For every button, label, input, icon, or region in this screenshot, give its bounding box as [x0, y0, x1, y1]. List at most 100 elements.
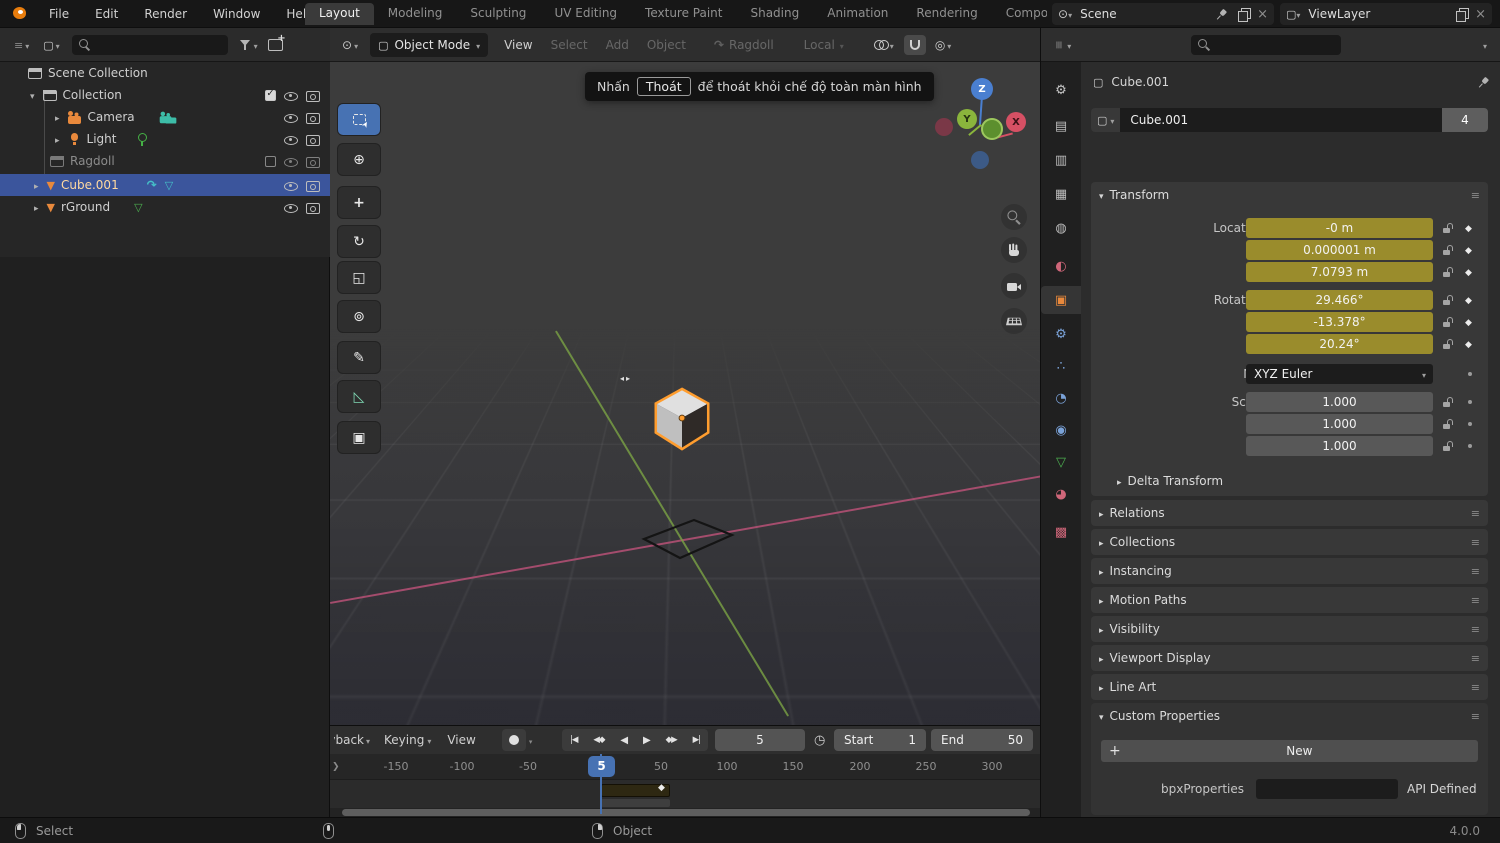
transform-panel-header[interactable]: Transform: [1091, 182, 1488, 208]
tab-view-layer[interactable]: ▦: [1041, 180, 1081, 208]
display-mode-icon[interactable]: [43, 38, 53, 52]
viewport-3d[interactable]: Object Mode View Select Add Object Ragdo…: [330, 28, 1040, 725]
location-x-field[interactable]: -0 m: [1246, 218, 1433, 238]
blender-logo-icon[interactable]: [10, 5, 29, 22]
animate-dot-icon[interactable]: [1468, 400, 1472, 404]
relations-panel[interactable]: Relations: [1091, 500, 1488, 526]
collection-checkbox[interactable]: [265, 90, 276, 101]
line-art-panel[interactable]: Line Art: [1091, 674, 1488, 700]
drag-handle-icon[interactable]: [1471, 680, 1480, 694]
lock-icon[interactable]: [1442, 440, 1453, 452]
keyframe-diamond-icon[interactable]: [1465, 242, 1472, 256]
menu-file[interactable]: File: [36, 7, 82, 21]
end-frame-field[interactable]: End 50: [931, 729, 1033, 751]
hide-eye-icon[interactable]: [283, 110, 298, 124]
summary-strip[interactable]: [601, 799, 670, 807]
outliner-row-collection[interactable]: Collection: [0, 84, 330, 106]
disclosure-triangle-icon[interactable]: [34, 178, 39, 192]
motion-paths-panel[interactable]: Motion Paths: [1091, 587, 1488, 613]
collections-panel[interactable]: Collections: [1091, 529, 1488, 555]
pivot-point-icon[interactable]: [874, 39, 888, 50]
transform-tool[interactable]: ⊚: [338, 301, 380, 332]
scale-z-field[interactable]: 1.000: [1246, 436, 1433, 456]
scale-x-field[interactable]: 1.000: [1246, 392, 1433, 412]
bpx-properties-field[interactable]: [1256, 779, 1398, 799]
rotation-mode-dropdown[interactable]: XYZ Euler: [1246, 364, 1433, 384]
play-button[interactable]: ▶: [643, 735, 650, 746]
pin-icon[interactable]: [1212, 5, 1230, 23]
keyframe-diamond-icon[interactable]: [1465, 292, 1472, 306]
tab-physics[interactable]: ◔: [1041, 384, 1081, 412]
viewport-editor-type-icon[interactable]: [342, 38, 352, 52]
drag-handle-icon[interactable]: [1471, 651, 1480, 665]
scale-y-field[interactable]: 1.000: [1246, 414, 1433, 434]
lock-icon[interactable]: [1442, 266, 1453, 278]
timeline-ruler[interactable]: -150 -100 -50 50 100 150 200 250 300 5: [330, 754, 1040, 780]
visibility-panel[interactable]: Visibility: [1091, 616, 1488, 642]
tab-render[interactable]: ▤: [1041, 112, 1081, 140]
keyframe-diamond-icon[interactable]: [1465, 220, 1472, 234]
tab-texture-paint[interactable]: Texture Paint: [631, 3, 736, 25]
animate-dot-icon[interactable]: [1468, 422, 1472, 426]
lock-icon[interactable]: [1442, 294, 1453, 306]
outliner-editor-type-icon[interactable]: [14, 38, 23, 52]
breadcrumb-object-name[interactable]: Cube.001: [1111, 75, 1169, 89]
outliner-row-scene-collection[interactable]: Scene Collection: [0, 62, 330, 84]
scale-tool[interactable]: ◱: [338, 262, 380, 293]
proportional-editing-icon[interactable]: [935, 38, 945, 52]
tab-compositing[interactable]: Compositing: [992, 3, 1047, 25]
tab-object-data[interactable]: ▽: [1041, 448, 1081, 476]
pan-button[interactable]: [1001, 237, 1027, 263]
clock-icon[interactable]: [814, 733, 825, 748]
menu-ragdoll[interactable]: Ragdoll: [714, 38, 774, 52]
play-reverse-button[interactable]: ◀: [620, 735, 627, 746]
keying-menu[interactable]: Keying: [384, 733, 424, 747]
tab-particles[interactable]: ∴: [1041, 352, 1081, 380]
close-icon[interactable]: [1257, 7, 1268, 22]
timeline-expand-arrow[interactable]: ❯: [332, 762, 340, 772]
tab-modifiers[interactable]: ⚙: [1041, 320, 1081, 348]
cube-object[interactable]: [648, 384, 716, 454]
tab-scene[interactable]: ◍: [1041, 214, 1081, 242]
tab-material[interactable]: ◕: [1041, 480, 1081, 508]
scene-name[interactable]: Scene: [1072, 7, 1215, 21]
scene-selector[interactable]: Scene: [1052, 3, 1274, 25]
tab-world[interactable]: ◐: [1041, 252, 1081, 280]
outliner-row-rground[interactable]: rGround: [0, 196, 330, 218]
keyframe-diamond-icon[interactable]: [1465, 336, 1472, 350]
drag-handle-icon[interactable]: [1471, 535, 1480, 549]
disclosure-triangle-icon[interactable]: [30, 88, 35, 102]
keyframe-diamond-icon[interactable]: [1465, 264, 1472, 278]
location-z-field[interactable]: 7.0793 m: [1246, 262, 1433, 282]
hide-eye-icon[interactable]: [283, 88, 298, 102]
gizmo-y-neg-axis[interactable]: [981, 118, 1003, 140]
disclosure-triangle-icon[interactable]: [34, 200, 39, 214]
drag-handle-icon[interactable]: [1471, 622, 1480, 636]
outliner-row-ragdoll[interactable]: Ragdoll: [0, 150, 330, 172]
tab-tool[interactable]: ⚙: [1041, 76, 1081, 104]
lock-icon[interactable]: [1442, 396, 1453, 408]
cursor-tool[interactable]: ⊕: [338, 144, 380, 175]
animate-dot-icon[interactable]: [1468, 444, 1472, 448]
menu-object[interactable]: Object: [647, 38, 686, 52]
auto-keying-toggle[interactable]: [502, 729, 526, 751]
disable-render-camera-icon[interactable]: [305, 110, 320, 124]
hide-eye-icon[interactable]: [283, 200, 298, 214]
current-frame-badge[interactable]: 5: [588, 756, 615, 777]
filter-icon[interactable]: [240, 39, 252, 50]
tab-output[interactable]: ▥: [1041, 146, 1081, 174]
gizmo-z-axis[interactable]: Z: [971, 78, 993, 100]
tab-sculpting[interactable]: Sculpting: [456, 3, 540, 25]
jump-to-start-button[interactable]: |◀: [570, 735, 577, 745]
perspective-toggle-button[interactable]: [1001, 308, 1027, 334]
disclosure-triangle-icon[interactable]: [55, 110, 60, 124]
keyframe-diamond-icon[interactable]: [1465, 314, 1472, 328]
collection-checkbox[interactable]: [265, 156, 276, 167]
disable-render-camera-icon[interactable]: [305, 178, 320, 192]
rotation-y-field[interactable]: -13.378°: [1246, 312, 1433, 332]
lock-icon[interactable]: [1442, 316, 1453, 328]
menu-render[interactable]: Render: [131, 7, 200, 21]
hide-eye-icon[interactable]: [283, 154, 298, 168]
drag-handle-icon[interactable]: [1471, 564, 1480, 578]
view-menu[interactable]: View: [447, 733, 475, 747]
